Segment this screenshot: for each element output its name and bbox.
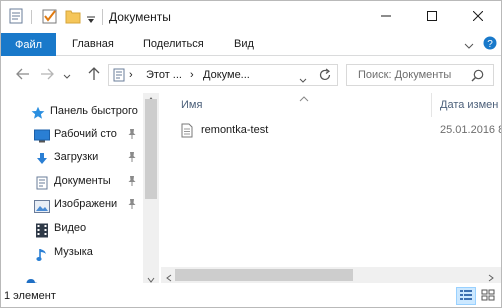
scroll-thumb[interactable] [145, 99, 157, 199]
nav-item-quick-access[interactable]: Панель быстрого [1, 101, 141, 123]
nav-item-desktop[interactable]: Рабочий сто [1, 124, 141, 146]
customize-toolbar-icon[interactable] [86, 13, 96, 27]
nav-item-documents[interactable]: Документы [1, 171, 141, 193]
document-icon [34, 175, 50, 191]
large-icons-view-button[interactable] [478, 287, 498, 305]
forward-button[interactable] [38, 66, 56, 84]
address-bar[interactable]: › Этот ... › Докуме... [108, 64, 338, 86]
minimize-button[interactable] [363, 1, 409, 32]
up-button[interactable] [85, 66, 103, 84]
nav-item-label: Загрузки [54, 151, 99, 163]
breadcrumb-separator[interactable]: › [129, 69, 133, 81]
explorer-window: Документы Файл Главная Поделиться Вид ? … [0, 0, 502, 308]
breadcrumb-separator[interactable]: › [190, 69, 194, 81]
nav-item-onedrive[interactable] [1, 271, 141, 283]
nav-item-label: Музыка [54, 246, 93, 258]
file-name: remontka-test [201, 124, 269, 136]
back-button[interactable] [14, 66, 32, 84]
item-count: 1 элемент [4, 290, 56, 302]
download-icon [34, 151, 50, 167]
pin-icon[interactable] [127, 198, 137, 210]
title-separator [102, 9, 103, 25]
column-header-date[interactable]: Дата измен [440, 99, 498, 111]
horizontal-scrollbar[interactable] [161, 267, 501, 283]
search-placeholder: Поиск: Документы [358, 69, 452, 81]
status-bar: 1 элемент [1, 285, 501, 307]
column-header-name[interactable]: Имя [181, 99, 202, 111]
details-view-icon [459, 289, 473, 304]
window-title: Документы [109, 10, 171, 24]
star-icon [30, 105, 46, 121]
nav-item-label: Панель быстрого [50, 105, 138, 117]
pin-icon[interactable] [127, 175, 137, 187]
tab-view[interactable]: Вид [234, 38, 254, 50]
arrow-right-icon [40, 68, 54, 83]
expand-ribbon-button[interactable] [459, 33, 479, 56]
tab-share[interactable]: Поделиться [143, 38, 204, 50]
refresh-icon[interactable] [318, 68, 332, 85]
tab-home[interactable]: Главная [72, 38, 114, 50]
checkmark-icon[interactable] [42, 8, 58, 27]
nav-item-label: Документы [54, 175, 111, 187]
new-folder-icon[interactable] [65, 8, 81, 27]
breadcrumb-documents[interactable]: Докуме... [203, 69, 250, 81]
breadcrumb-this-pc[interactable]: Этот ... [146, 69, 182, 81]
nav-item-videos[interactable]: Видео [1, 218, 141, 240]
help-icon: ? [483, 36, 497, 53]
desktop-icon [34, 128, 50, 144]
properties-icon[interactable] [9, 8, 23, 27]
navigation-pane: Панель быстрого Рабочий сто Загрузки Док… [1, 93, 159, 283]
help-button[interactable]: ? [481, 33, 499, 56]
recent-locations-button[interactable] [61, 66, 73, 84]
file-row[interactable]: remontka-test 25.01.2016 8 [161, 119, 501, 141]
cloud-icon [23, 275, 39, 283]
search-box[interactable]: Поиск: Документы [346, 64, 494, 86]
nav-item-music[interactable]: Музыка [1, 242, 141, 264]
close-icon [472, 10, 484, 24]
scroll-right-icon[interactable] [487, 271, 495, 285]
navigation-bar: › Этот ... › Докуме... Поиск: Документы [1, 57, 501, 93]
documents-location-icon [113, 68, 125, 85]
minimize-icon [381, 10, 391, 24]
navpane-scrollbar[interactable] [143, 93, 159, 283]
arrow-left-icon [16, 68, 30, 83]
tab-file[interactable]: Файл [1, 33, 56, 56]
search-icon[interactable] [471, 69, 484, 85]
scroll-thumb[interactable] [175, 269, 353, 281]
maximize-icon [427, 10, 437, 24]
scroll-left-icon[interactable] [165, 271, 173, 285]
large-icons-view-icon [481, 289, 495, 304]
chevron-down-icon [63, 68, 71, 82]
close-button[interactable] [455, 1, 501, 32]
pin-icon[interactable] [127, 151, 137, 163]
nav-item-downloads[interactable]: Загрузки [1, 147, 141, 169]
nav-item-label: Рабочий сто [54, 128, 117, 140]
music-icon [34, 246, 50, 262]
nav-item-label: Видео [54, 222, 87, 234]
file-list: Имя Дата измен remontka-test 25.01.2016 … [161, 93, 501, 283]
pin-icon[interactable] [127, 128, 137, 140]
svg-text:?: ? [487, 39, 493, 50]
picture-icon [34, 198, 50, 214]
file-date: 25.01.2016 8 [440, 124, 501, 136]
address-dropdown-button[interactable] [299, 72, 307, 86]
title-bar: Документы [1, 1, 501, 33]
maximize-button[interactable] [409, 1, 455, 32]
arrow-up-icon [88, 66, 100, 84]
text-file-icon [181, 123, 193, 141]
video-icon [34, 222, 50, 238]
quick-access-separator [31, 10, 32, 24]
details-view-button[interactable] [456, 287, 476, 305]
ribbon-tabs: Файл Главная Поделиться Вид ? [1, 33, 501, 56]
nav-item-label: Изображени [54, 198, 118, 210]
chevron-down-icon [464, 38, 474, 52]
column-divider[interactable] [431, 93, 432, 117]
nav-item-pictures[interactable]: Изображени [1, 194, 141, 216]
sort-up-icon [299, 93, 309, 105]
